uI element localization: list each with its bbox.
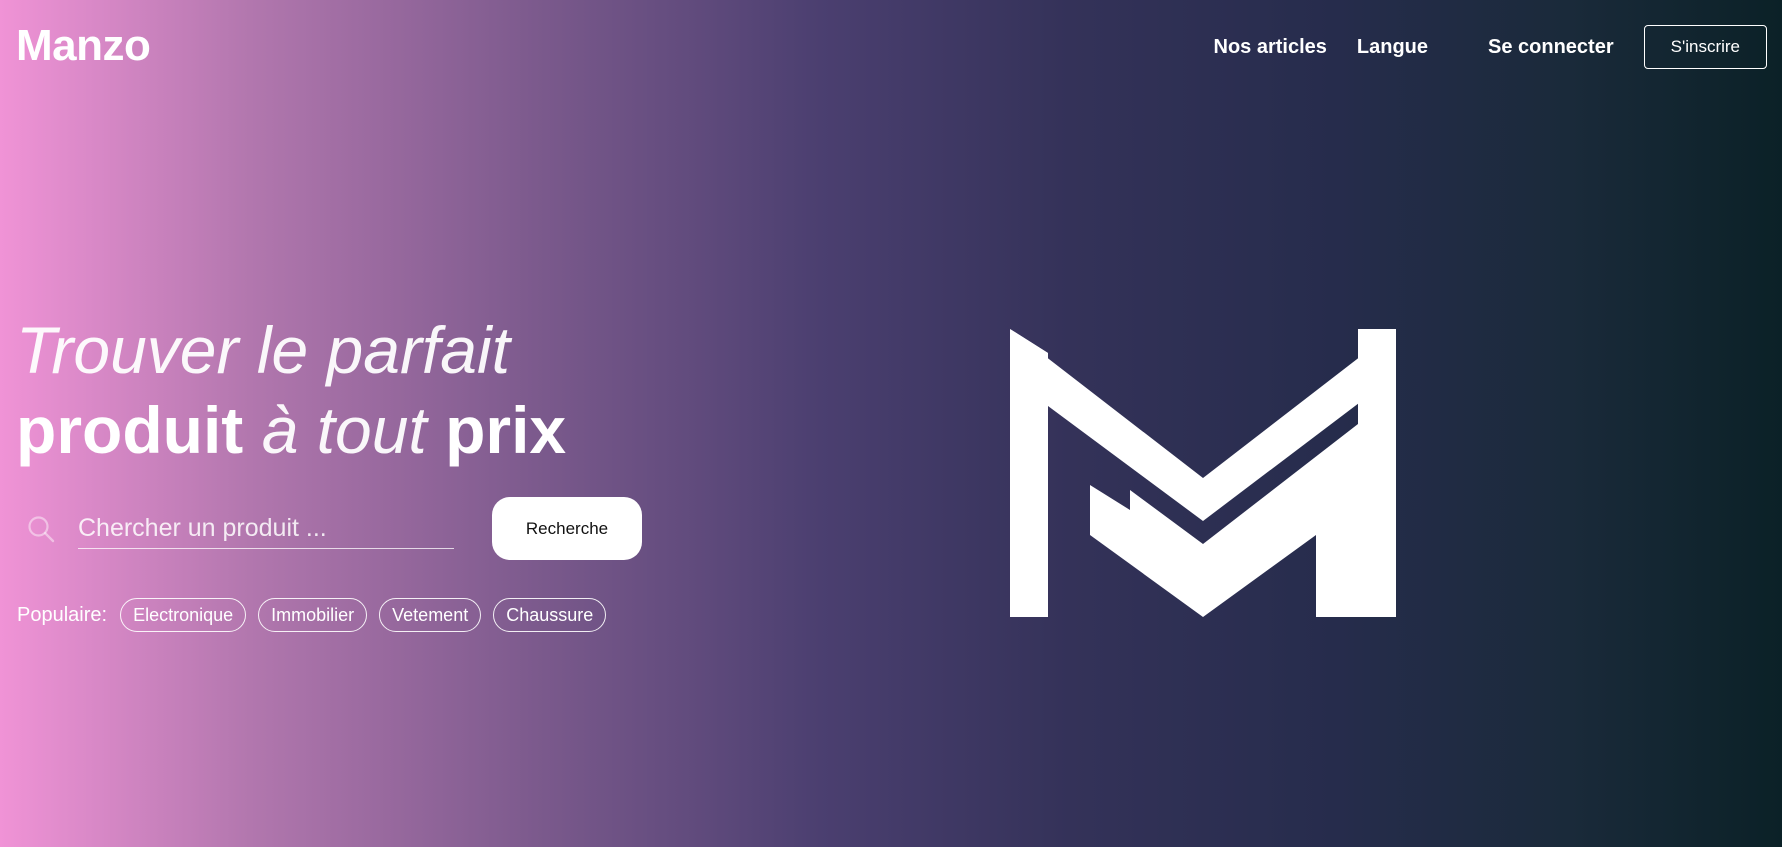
hero-title-produit: produit	[16, 393, 244, 467]
tag-chaussure[interactable]: Chaussure	[493, 598, 607, 632]
nav-link-language[interactable]: Langue	[1357, 36, 1428, 59]
tag-vetement[interactable]: Vetement	[379, 598, 482, 632]
tag-electronique[interactable]: Electronique	[120, 598, 247, 632]
nav-link-articles[interactable]: Nos articles	[1214, 36, 1327, 59]
search-button[interactable]: Recherche	[492, 497, 642, 560]
hero-title-prix: prix	[445, 393, 567, 467]
hero-title-a-tout: à tout	[261, 393, 427, 467]
manzo-m-logo-icon	[1010, 329, 1396, 617]
search-bar: Recherche	[26, 497, 642, 560]
tag-immobilier[interactable]: Immobilier	[258, 598, 368, 632]
hero-title: Trouver le parfait produit à tout prix	[16, 310, 566, 470]
search-icon	[26, 514, 56, 544]
popular-tags: Populaire: Electronique Immobilier Vetem…	[17, 598, 618, 632]
signup-button[interactable]: S'inscrire	[1643, 25, 1767, 69]
nav-link-login[interactable]: Se connecter	[1488, 36, 1614, 59]
hero-title-line1: Trouver le parfait	[16, 313, 510, 387]
search-input[interactable]	[78, 508, 454, 549]
site-logo[interactable]: Manzo	[16, 18, 151, 74]
landing-page: Manzo Nos articles Langue Se connecter S…	[0, 0, 1782, 847]
popular-label: Populaire:	[17, 603, 108, 626]
main-nav: Nos articles Langue Se connecter S'inscr…	[1214, 24, 1767, 70]
